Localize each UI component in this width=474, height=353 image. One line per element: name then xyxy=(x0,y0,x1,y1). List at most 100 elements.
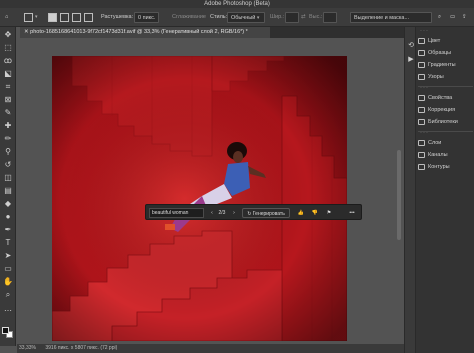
panel-item-layers[interactable]: Слои xyxy=(418,138,474,149)
share-icon[interactable]: ⇪ xyxy=(462,12,467,23)
properties-icon xyxy=(418,94,425,101)
panel-item-patterns[interactable]: Узоры xyxy=(418,72,474,83)
dodge-tool-icon[interactable]: ● xyxy=(3,212,13,222)
photo-artwork xyxy=(52,56,347,341)
flag-icon[interactable]: ⚑ xyxy=(324,208,334,218)
clone-stamp-icon[interactable]: ⚲ xyxy=(3,147,13,157)
panel-item-swatches[interactable]: Образцы xyxy=(418,48,474,59)
panel-item-label: Слои xyxy=(428,140,442,146)
panel-item-label: Градиенты xyxy=(428,62,456,68)
vertical-scrollbar[interactable] xyxy=(397,150,401,240)
panel-item-label: Контуры xyxy=(428,164,450,170)
panel-item-properties[interactable]: Свойства xyxy=(418,93,474,104)
gradients-icon xyxy=(418,61,425,68)
hand-tool-icon[interactable]: ✋ xyxy=(3,277,13,287)
rectangle-tool-icon[interactable]: ▭ xyxy=(3,264,13,274)
chevron-down-icon[interactable]: ▾ xyxy=(35,12,38,23)
feather-input[interactable]: 0 пикс. xyxy=(134,12,160,23)
workspace-icon[interactable]: ▭ xyxy=(450,12,455,23)
object-select-tool-icon[interactable]: ⬕ xyxy=(3,69,13,79)
width-input[interactable] xyxy=(285,12,299,23)
eyedropper-tool-icon[interactable]: ✎ xyxy=(3,108,13,118)
panel-grip-icon[interactable]: ··· xyxy=(420,28,429,34)
panel-item-label: Образцы xyxy=(428,50,452,56)
document-tab[interactable]: ✕ photo-1685168641013-9f72cf1473d31f.avi… xyxy=(20,27,270,38)
move-tool-icon[interactable]: ✥ xyxy=(3,30,13,40)
document-dimensions: 3916 пикс. x 5807 пикс. (72 ppi) xyxy=(45,345,118,351)
thumbs-up-icon[interactable]: 👍 xyxy=(296,208,306,218)
type-tool-icon[interactable]: T xyxy=(3,238,13,248)
pen-tool-icon[interactable]: ✒ xyxy=(3,225,13,235)
panel-grip-icon[interactable]: ··· xyxy=(420,130,429,136)
intersect-selection-icon[interactable] xyxy=(84,13,93,22)
document-canvas-image[interactable] xyxy=(52,56,347,341)
crop-tool-icon[interactable]: ⌗ xyxy=(3,82,13,92)
marquee-tool-icon[interactable]: ⬚ xyxy=(3,43,13,53)
history-brush-icon[interactable]: ↺ xyxy=(3,160,13,170)
prompt-input[interactable]: beautiful woman xyxy=(149,208,204,218)
antialias-checkbox[interactable]: Сглаживание xyxy=(172,12,206,23)
panel-item-label: Свойства xyxy=(428,95,453,101)
chevron-left-icon[interactable]: ‹ xyxy=(208,208,216,218)
patterns-icon xyxy=(418,73,425,80)
zoom-level[interactable]: 33,33% xyxy=(19,345,36,351)
panel-item-adjustments[interactable]: Коррекция xyxy=(418,105,474,116)
tools-panel: ✥ ⬚ ꝏ ⬕ ⌗ ⊠ ✎ ✚ ✏ ⚲ ↺ ◫ ▤ ◆ ● ✒ T ➤ ▭ ✋ … xyxy=(0,27,16,346)
gradient-tool-icon[interactable]: ▤ xyxy=(3,186,13,196)
blur-tool-icon[interactable]: ◆ xyxy=(3,199,13,209)
height-label: Выс.: xyxy=(309,14,323,20)
panels-dock: ··· Цвет Образцы Градиенты Узоры ··· Сво… xyxy=(415,27,474,353)
foreground-color-swatch[interactable] xyxy=(2,327,9,334)
libraries-icon xyxy=(418,118,425,125)
frame-tool-icon[interactable]: ⊠ xyxy=(3,95,13,105)
healing-brush-icon[interactable]: ✚ xyxy=(3,121,13,131)
add-selection-icon[interactable] xyxy=(60,13,69,22)
style-select[interactable]: Обычный ▾ xyxy=(227,12,265,23)
panel-item-color[interactable]: Цвет xyxy=(418,36,474,47)
document-tab-bar: ✕ photo-1685168641013-9f72cf1473d31f.avi… xyxy=(20,27,404,38)
home-icon[interactable]: ⌂ xyxy=(5,12,8,23)
generate-button[interactable]: ↻ Генерировать xyxy=(242,208,290,218)
chevron-down-icon: ▾ xyxy=(256,15,260,21)
more-options-icon[interactable]: ••• xyxy=(346,208,358,218)
panel-item-label: Цвет xyxy=(428,38,441,44)
path-select-icon[interactable]: ➤ xyxy=(3,251,13,261)
chevron-right-icon[interactable]: › xyxy=(230,208,238,218)
thumbs-down-icon[interactable]: 👎 xyxy=(310,208,320,218)
contextual-task-bar: beautiful woman ‹ 2/3 › ↻ Генерировать 👍… xyxy=(145,204,362,220)
channels-icon xyxy=(418,151,425,158)
eraser-tool-icon[interactable]: ◫ xyxy=(3,173,13,183)
panel-item-gradients[interactable]: Градиенты xyxy=(418,60,474,71)
more-tools-icon[interactable]: ⋯ xyxy=(3,306,13,316)
panel-item-paths[interactable]: Контуры xyxy=(418,162,474,173)
variation-counter: 2/3 xyxy=(218,210,226,216)
generate-button-label: Генерировать xyxy=(252,211,285,217)
panel-item-channels[interactable]: Каналы xyxy=(418,150,474,161)
panel-grip-icon[interactable]: ··· xyxy=(420,85,429,91)
search-icon[interactable]: ⌕ xyxy=(438,12,441,23)
panel-item-libraries[interactable]: Библиотеки xyxy=(418,117,474,128)
feather-label: Растушевка: xyxy=(101,14,134,20)
options-bar: ⌂ ▾ Растушевка: 0 пикс. Сглаживание Стил… xyxy=(0,8,474,27)
title-bar: Adobe Photoshop (Beta) xyxy=(0,0,474,8)
zoom-tool-icon[interactable]: ⌕ xyxy=(3,290,13,300)
lasso-tool-icon[interactable]: ꝏ xyxy=(3,56,13,66)
style-label: Стиль: xyxy=(210,14,228,20)
swap-icon[interactable]: ⇄ xyxy=(301,12,306,23)
layers-icon xyxy=(418,139,425,146)
panel-item-label: Узоры xyxy=(428,74,444,80)
select-mask-button[interactable]: Выделение и маска... xyxy=(350,12,432,23)
panel-item-label: Библиотеки xyxy=(428,119,458,125)
marquee-preset-icon[interactable] xyxy=(24,13,33,22)
panel-icon-strip: ⟲ ▶ xyxy=(404,27,415,353)
paths-icon xyxy=(418,163,425,170)
adjustments-icon xyxy=(418,106,425,113)
brush-tool-icon[interactable]: ✏ xyxy=(3,134,13,144)
width-label: Шир.: xyxy=(270,14,285,20)
style-value: Обычный xyxy=(231,15,256,21)
new-selection-icon[interactable] xyxy=(48,13,57,22)
subtract-selection-icon[interactable] xyxy=(72,13,81,22)
height-input[interactable] xyxy=(323,12,337,23)
panel-item-label: Каналы xyxy=(428,152,448,158)
color-icon xyxy=(418,37,425,44)
